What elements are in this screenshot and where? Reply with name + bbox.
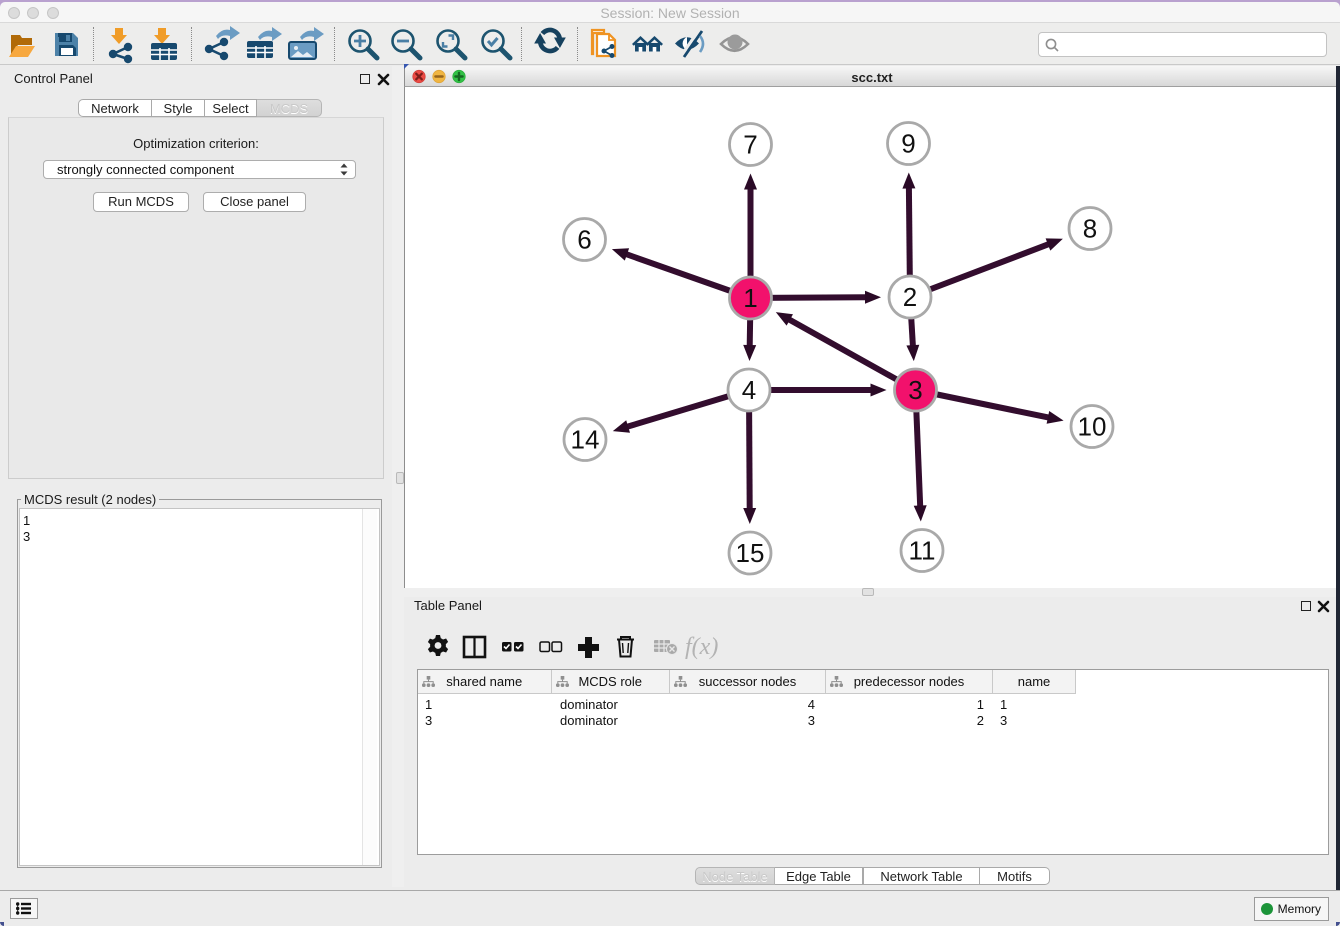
- svg-text:9: 9: [901, 129, 915, 159]
- svg-text:8: 8: [1083, 214, 1097, 244]
- svg-text:7: 7: [743, 130, 757, 160]
- svg-text:15: 15: [736, 538, 765, 568]
- svg-text:1: 1: [743, 283, 757, 313]
- svg-text:f(x): f(x): [685, 634, 718, 660]
- svg-text:11: 11: [909, 536, 936, 566]
- svg-text:2: 2: [903, 282, 917, 312]
- svg-text:6: 6: [577, 225, 591, 255]
- svg-text:10: 10: [1078, 412, 1107, 442]
- svg-text:4: 4: [742, 375, 756, 405]
- svg-text:14: 14: [571, 425, 600, 455]
- svg-text:3: 3: [908, 375, 922, 405]
